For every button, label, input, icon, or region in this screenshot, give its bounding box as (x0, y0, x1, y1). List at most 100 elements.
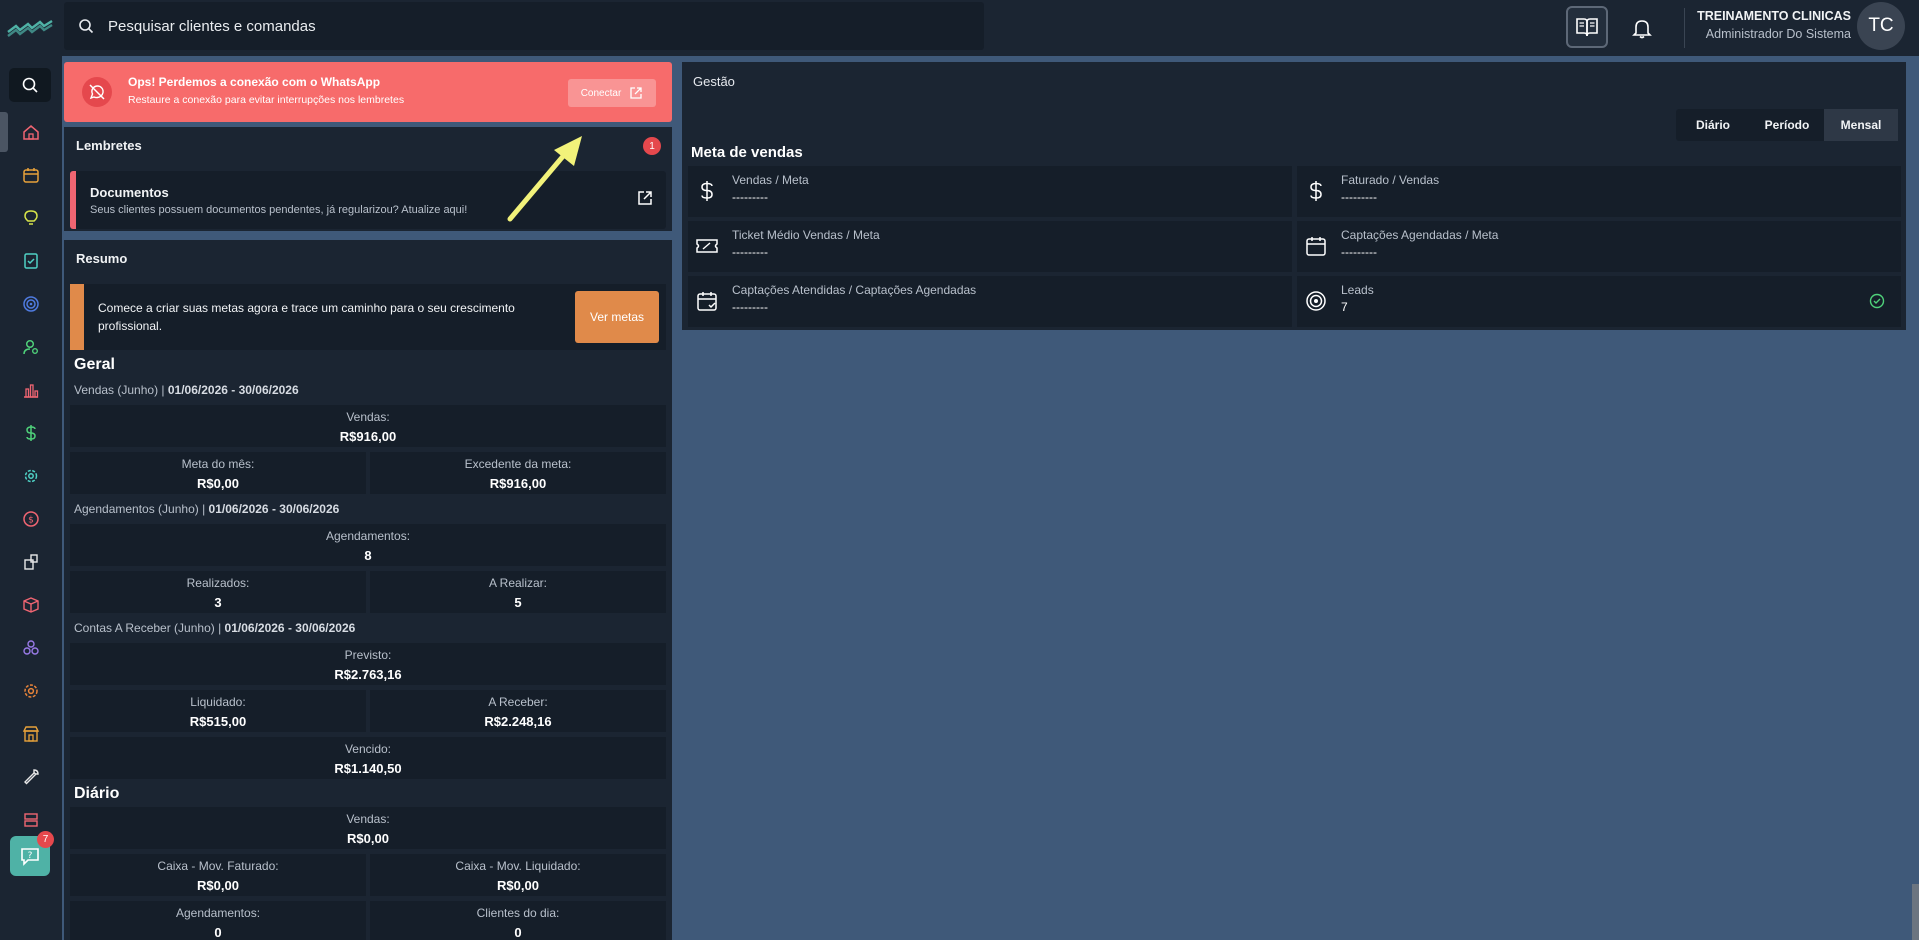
kpi-ticket-medio: Ticket Médio Vendas / Meta --------- (688, 221, 1292, 272)
coin-icon: $ (23, 511, 39, 527)
stat-value: 5 (514, 595, 522, 610)
search-placeholder: Pesquisar clientes e comandas (108, 17, 316, 35)
sidebar-item-home[interactable] (15, 116, 47, 148)
sidebar-item-tools[interactable] (15, 761, 47, 793)
contas-period-label: Contas A Receber (Junho) | (74, 621, 222, 635)
alert-subtitle: Restaure a conexão para evitar interrupç… (128, 94, 405, 106)
stat-caixa-liquidado: Caixa - Mov. Liquidado: R$0,00 (370, 854, 666, 896)
svg-text:?: ? (28, 851, 33, 861)
sidebar: $ ? 7 (0, 56, 62, 940)
settings-icon (24, 684, 38, 698)
geral-title: Geral (74, 356, 115, 373)
stat-agendamentos: Agendamentos: 8 (70, 524, 666, 566)
stat-vencido: Vencido: R$1.140,50 (70, 737, 666, 779)
reminder-subtitle: Seus clientes possuem documentos pendent… (90, 204, 468, 216)
stat-a-realizar: A Realizar: 5 (370, 571, 666, 613)
stat-liquidado: Liquidado: R$515,00 (70, 690, 366, 732)
sidebar-item-reports[interactable] (15, 374, 47, 406)
stat-value: R$0,00 (497, 878, 539, 893)
stat-label: Vencido: (344, 742, 392, 756)
stat-previsto: Previsto: R$2.763,16 (70, 643, 666, 685)
kpi-label: Leads (1341, 283, 1374, 297)
sidebar-item-settings[interactable] (15, 675, 47, 707)
vendas-period-label: Vendas (Junho) | (74, 383, 165, 397)
external-link-icon (630, 87, 642, 99)
check-circle-icon (1869, 293, 1885, 309)
dollar-icon (694, 178, 720, 204)
tab-periodo[interactable]: Período (1750, 109, 1824, 141)
stat-value: R$0,00 (347, 831, 389, 846)
store-icon (22, 726, 40, 742)
stat-value: R$2.763,16 (334, 667, 402, 682)
arrow-annotation (507, 136, 582, 222)
scrollbar-thumb[interactable] (1912, 884, 1919, 940)
kpi-value: --------- (1341, 245, 1377, 259)
stat-excedente: Excedente da meta: R$916,00 (370, 452, 666, 494)
stat-realizados: Realizados: 3 (70, 571, 366, 613)
checklist-icon (24, 253, 38, 269)
package-icon (23, 597, 39, 613)
stat-diario-agendamentos: Agendamentos: 0 (70, 901, 366, 940)
kpi-vendas-meta: Vendas / Meta --------- (688, 166, 1292, 217)
external-link-icon[interactable] (636, 189, 654, 207)
summary-header: Resumo (64, 240, 672, 277)
sidebar-item-clients[interactable] (15, 331, 47, 363)
bell-icon (1632, 20, 1652, 39)
agend-period-label: Agendamentos (Junho) | (74, 502, 206, 516)
stat-a-receber: A Receber: R$2.248,16 (370, 690, 666, 732)
sidebar-item-goals[interactable] (15, 288, 47, 320)
sidebar-item-finance[interactable] (15, 417, 47, 449)
search-icon (79, 19, 94, 34)
kpi-value: --------- (1341, 190, 1377, 204)
stat-label: Liquidado: (190, 695, 246, 709)
stat-label: Caixa - Mov. Liquidado: (455, 859, 581, 873)
stat-value: 3 (214, 595, 222, 610)
period-tabs: Diário Período Mensal (1676, 109, 1898, 141)
goal-text: Comece a criar suas metas agora e trace … (98, 301, 515, 333)
calendar-icon (1303, 233, 1329, 259)
svg-text:$: $ (28, 516, 34, 526)
kpi-value: --------- (732, 300, 768, 314)
stat-label: Vendas: (346, 410, 390, 424)
kpi-captacoes-atendidas: Captações Atendidas / Captações Agendada… (688, 276, 1292, 327)
sidebar-item-stock[interactable] (15, 546, 47, 578)
cubes-icon (23, 640, 39, 655)
contas-period-range: 01/06/2026 - 30/06/2026 (224, 621, 356, 635)
stat-vendas: Vendas: R$916,00 (70, 405, 666, 447)
avatar[interactable]: TC (1857, 2, 1905, 50)
lightbulb-icon (24, 210, 38, 225)
stat-label: A Realizar: (488, 576, 548, 590)
tab-diario[interactable]: Diário (1676, 109, 1750, 141)
help-chat-icon: ? (21, 848, 39, 866)
sidebar-item-search[interactable] (9, 68, 51, 102)
sidebar-item-services[interactable] (15, 632, 47, 664)
notifications-button[interactable] (1622, 8, 1662, 48)
view-goals-button[interactable]: Ver metas (575, 291, 659, 343)
stat-value: R$515,00 (189, 714, 247, 729)
stat-value: R$2.248,16 (484, 714, 552, 729)
sidebar-item-agenda[interactable] (15, 159, 47, 191)
goal-banner: Comece a criar suas metas agora e trace … (70, 284, 666, 350)
sidebar-item-automation[interactable] (15, 460, 47, 492)
stat-value: 0 (514, 925, 522, 940)
search-input[interactable]: Pesquisar clientes e comandas (64, 2, 984, 50)
reminder-accent-bar (70, 171, 76, 229)
stat-label: Excedente da meta: (464, 457, 572, 471)
sidebar-item-store[interactable] (15, 718, 47, 750)
connect-button[interactable]: Conectar (568, 79, 656, 107)
gestao-header: Gestão (682, 62, 1906, 100)
meta-vendas-title: Meta de vendas (691, 144, 803, 161)
kpi-value: 7 (1341, 300, 1348, 314)
chart-icon (24, 384, 39, 398)
kpi-captacoes-agendadas: Captações Agendadas / Meta --------- (1297, 221, 1901, 272)
kpi-label: Ticket Médio Vendas / Meta (732, 228, 880, 242)
ticket-icon (694, 233, 720, 259)
sidebar-item-tasks[interactable] (15, 245, 47, 277)
user-search-icon (23, 339, 38, 355)
manual-button[interactable] (1566, 6, 1608, 48)
sidebar-item-ideas[interactable] (15, 202, 47, 234)
sidebar-item-products[interactable] (15, 589, 47, 621)
stat-label: Clientes do dia: (476, 906, 560, 920)
tab-mensal[interactable]: Mensal (1824, 109, 1898, 141)
sidebar-item-payments[interactable]: $ (15, 503, 47, 535)
